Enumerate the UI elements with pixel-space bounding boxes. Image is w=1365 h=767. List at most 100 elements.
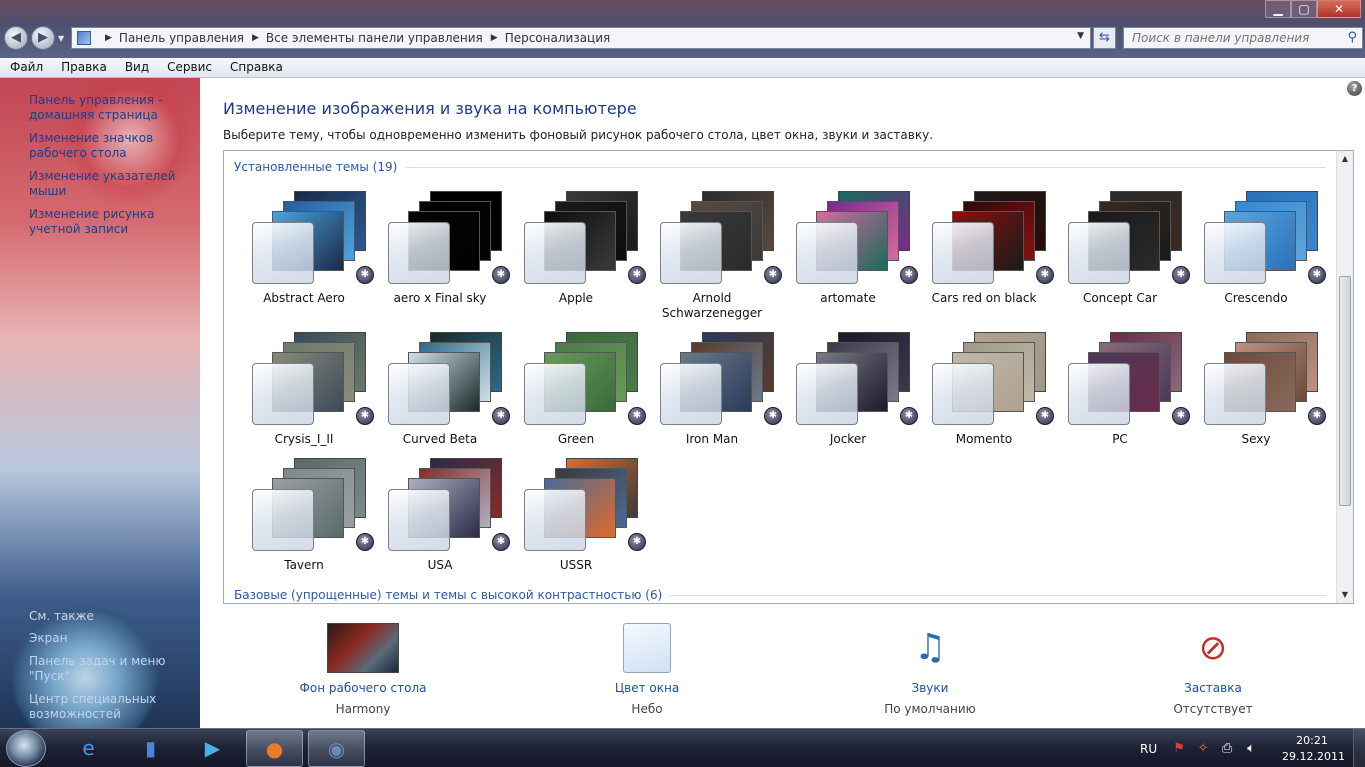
theme-preview: ✱ bbox=[930, 187, 1055, 287]
theme-name: Green bbox=[557, 432, 595, 446]
window-color-swatch bbox=[252, 489, 314, 551]
window-color-swatch bbox=[796, 222, 858, 284]
theme-apple[interactable]: ✱ Apple bbox=[508, 187, 646, 322]
theme-name: Arnold Schwarzenegger bbox=[661, 291, 763, 320]
see-also: См. также Экран Панель задач и меню "Пус… bbox=[29, 609, 197, 728]
title-bar: ▁ ▢ ✕ ◀ ▶ ▼ ▶ Панель управления ▶ Все эл… bbox=[0, 0, 1365, 60]
recent-pages-dropdown-icon[interactable]: ▼ bbox=[58, 34, 64, 43]
network-icon[interactable]: ⎙ bbox=[1219, 741, 1235, 757]
help-icon[interactable]: ? bbox=[1347, 81, 1362, 96]
theme-sexy[interactable]: ✱ Sexy bbox=[1188, 328, 1326, 463]
window-color-swatch bbox=[1204, 363, 1266, 425]
breadcrumb-all-items[interactable]: Все элементы панели управления bbox=[266, 31, 483, 45]
theme-cars-red-on-black[interactable]: ✱ Cars red on black bbox=[916, 187, 1055, 322]
menu-file[interactable]: Файл bbox=[0, 58, 51, 77]
maximize-button[interactable]: ▢ bbox=[1291, 0, 1317, 18]
theme-iron-man[interactable]: ✱ Iron Man bbox=[644, 328, 782, 463]
menu-edit[interactable]: Правка bbox=[51, 58, 115, 77]
setting-label[interactable]: Цвет окна bbox=[557, 681, 737, 695]
vertical-scrollbar[interactable]: ▲ ▼ bbox=[1336, 151, 1353, 603]
menu-view[interactable]: Вид bbox=[115, 58, 157, 77]
setting-label[interactable]: Фон рабочего стола bbox=[273, 681, 453, 695]
link-taskbar-start-menu[interactable]: Панель задач и меню "Пуск" bbox=[29, 654, 197, 684]
theme-name: artomate bbox=[820, 291, 876, 305]
theme-green[interactable]: ✱ Green bbox=[508, 328, 647, 463]
theme-aero-x-final-sky[interactable]: ✱ aero x Final sky bbox=[372, 187, 510, 322]
basic-themes-header[interactable]: Базовые (упрощенные) темы и темы с высок… bbox=[234, 588, 1326, 602]
theme-usa[interactable]: ✱ USA bbox=[372, 454, 511, 589]
setting-label[interactable]: Звуки bbox=[840, 681, 1020, 695]
refresh-button[interactable]: ⇆ bbox=[1093, 27, 1116, 49]
theme-ussr[interactable]: ✱ USSR bbox=[508, 454, 646, 589]
theme-abstract-aero[interactable]: ✱ Abstract Aero bbox=[236, 187, 374, 322]
theme-artomate[interactable]: ✱ artomate bbox=[780, 187, 918, 322]
window-color-swatch bbox=[388, 222, 450, 284]
setting-window-color[interactable]: Цвет окна Небо bbox=[557, 623, 737, 716]
theme-arnold-schwarzenegger[interactable]: ✱ Arnold Schwarzenegger bbox=[644, 187, 782, 322]
search-box[interactable]: ⚲ bbox=[1123, 27, 1363, 49]
breadcrumb-control-panel[interactable]: Панель управления bbox=[119, 31, 244, 45]
scroll-up-icon[interactable]: ▲ bbox=[1337, 151, 1353, 167]
theme-crescendo[interactable]: ✱ Crescendo bbox=[1188, 187, 1326, 322]
theme-preview: ✱ bbox=[386, 454, 511, 554]
breadcrumb-personalization[interactable]: Персонализация bbox=[505, 31, 611, 45]
window-color-swatch bbox=[388, 489, 450, 551]
theme-momento[interactable]: ✱ Momento bbox=[916, 328, 1054, 463]
window-color-swatch bbox=[932, 363, 994, 425]
setting-screensaver[interactable]: ⊘ Заставка Отсутствует bbox=[1123, 623, 1303, 716]
theme-name: Apple bbox=[558, 291, 594, 305]
theme-pc[interactable]: ✱ PC bbox=[1052, 328, 1190, 463]
taskbar-firefox-icon[interactable]: ● bbox=[246, 730, 303, 767]
volume-icon[interactable]: 🔈︎ bbox=[1243, 741, 1259, 757]
theme-name: Iron Man bbox=[685, 432, 739, 446]
theme-jocker[interactable]: ✱ Jocker bbox=[780, 328, 919, 463]
show-desktop-button[interactable] bbox=[1353, 729, 1365, 767]
theme-name: PC bbox=[1112, 432, 1128, 446]
theme-curved-beta[interactable]: ✱ Curved Beta bbox=[372, 328, 511, 463]
clock[interactable]: 20:21 29.12.2011 bbox=[1282, 733, 1345, 765]
minimize-button[interactable]: ▁ bbox=[1265, 0, 1291, 18]
breadcrumb-separator-icon[interactable]: ▶ bbox=[252, 33, 259, 43]
taskbar-control-panel-icon[interactable]: ◉ bbox=[308, 730, 365, 767]
setting-desktop-background[interactable]: Фон рабочего стола Harmony bbox=[273, 623, 453, 716]
taskbar-internet-explorer-icon[interactable]: e bbox=[60, 730, 117, 767]
installed-themes-header[interactable]: Установленные темы (19) bbox=[234, 160, 1326, 174]
close-button[interactable]: ✕ bbox=[1317, 0, 1361, 18]
left-pane: Панель управления - домашняя страница Из… bbox=[0, 78, 200, 728]
menu-help[interactable]: Справка bbox=[220, 58, 291, 77]
search-input[interactable] bbox=[1124, 28, 1334, 48]
address-dropdown-icon[interactable]: ▼ bbox=[1077, 31, 1084, 41]
breadcrumb-separator-icon[interactable]: ▶ bbox=[491, 33, 498, 43]
back-button[interactable]: ◀ bbox=[4, 26, 28, 50]
theme-preview: ✱ bbox=[794, 328, 919, 428]
window-color-swatch bbox=[524, 363, 586, 425]
link-change-desktop-icons[interactable]: Изменение значков рабочего стола bbox=[29, 131, 197, 161]
link-change-mouse-pointers[interactable]: Изменение указателей мыши bbox=[29, 169, 197, 199]
theme-crysis-i-ii[interactable]: ✱ Crysis_I_II bbox=[236, 328, 374, 463]
language-indicator[interactable]: RU bbox=[1140, 742, 1157, 756]
link-ease-of-access[interactable]: Центр специальных возможностей bbox=[29, 692, 197, 722]
theme-preview: ✱ bbox=[522, 328, 647, 428]
link-change-account-picture[interactable]: Изменение рисунка учетной записи bbox=[29, 207, 197, 237]
theme-concept-car[interactable]: ✱ Concept Car bbox=[1052, 187, 1190, 322]
scroll-thumb[interactable] bbox=[1339, 276, 1351, 506]
forward-button[interactable]: ▶ bbox=[31, 26, 55, 50]
link-display[interactable]: Экран bbox=[29, 631, 197, 646]
start-button[interactable] bbox=[6, 730, 46, 767]
setting-sounds[interactable]: ♫ Звуки По умолчанию bbox=[840, 623, 1020, 716]
link-control-panel-home[interactable]: Панель управления - домашняя страница bbox=[29, 93, 197, 123]
flag-icon[interactable]: ⚑ bbox=[1171, 741, 1187, 757]
theme-preview: ✱ bbox=[386, 328, 511, 428]
taskbar-explorer-icon[interactable]: ▮ bbox=[122, 730, 179, 767]
desktop-background-icon bbox=[327, 623, 399, 673]
breadcrumb-separator-icon[interactable]: ▶ bbox=[105, 33, 112, 43]
taskbar-media-player-icon[interactable]: ▶ bbox=[184, 730, 241, 767]
menu-tools[interactable]: Сервис bbox=[157, 58, 220, 77]
address-bar[interactable]: ▶ Панель управления ▶ Все элементы панел… bbox=[71, 27, 1091, 49]
scroll-down-icon[interactable]: ▼ bbox=[1337, 587, 1353, 603]
search-icon[interactable]: ⚲ bbox=[1347, 30, 1357, 45]
network-tool-icon[interactable]: ✧ bbox=[1195, 741, 1211, 757]
setting-value: Отсутствует bbox=[1173, 702, 1253, 716]
theme-tavern[interactable]: ✱ Tavern bbox=[236, 454, 374, 589]
setting-label[interactable]: Заставка bbox=[1123, 681, 1303, 695]
